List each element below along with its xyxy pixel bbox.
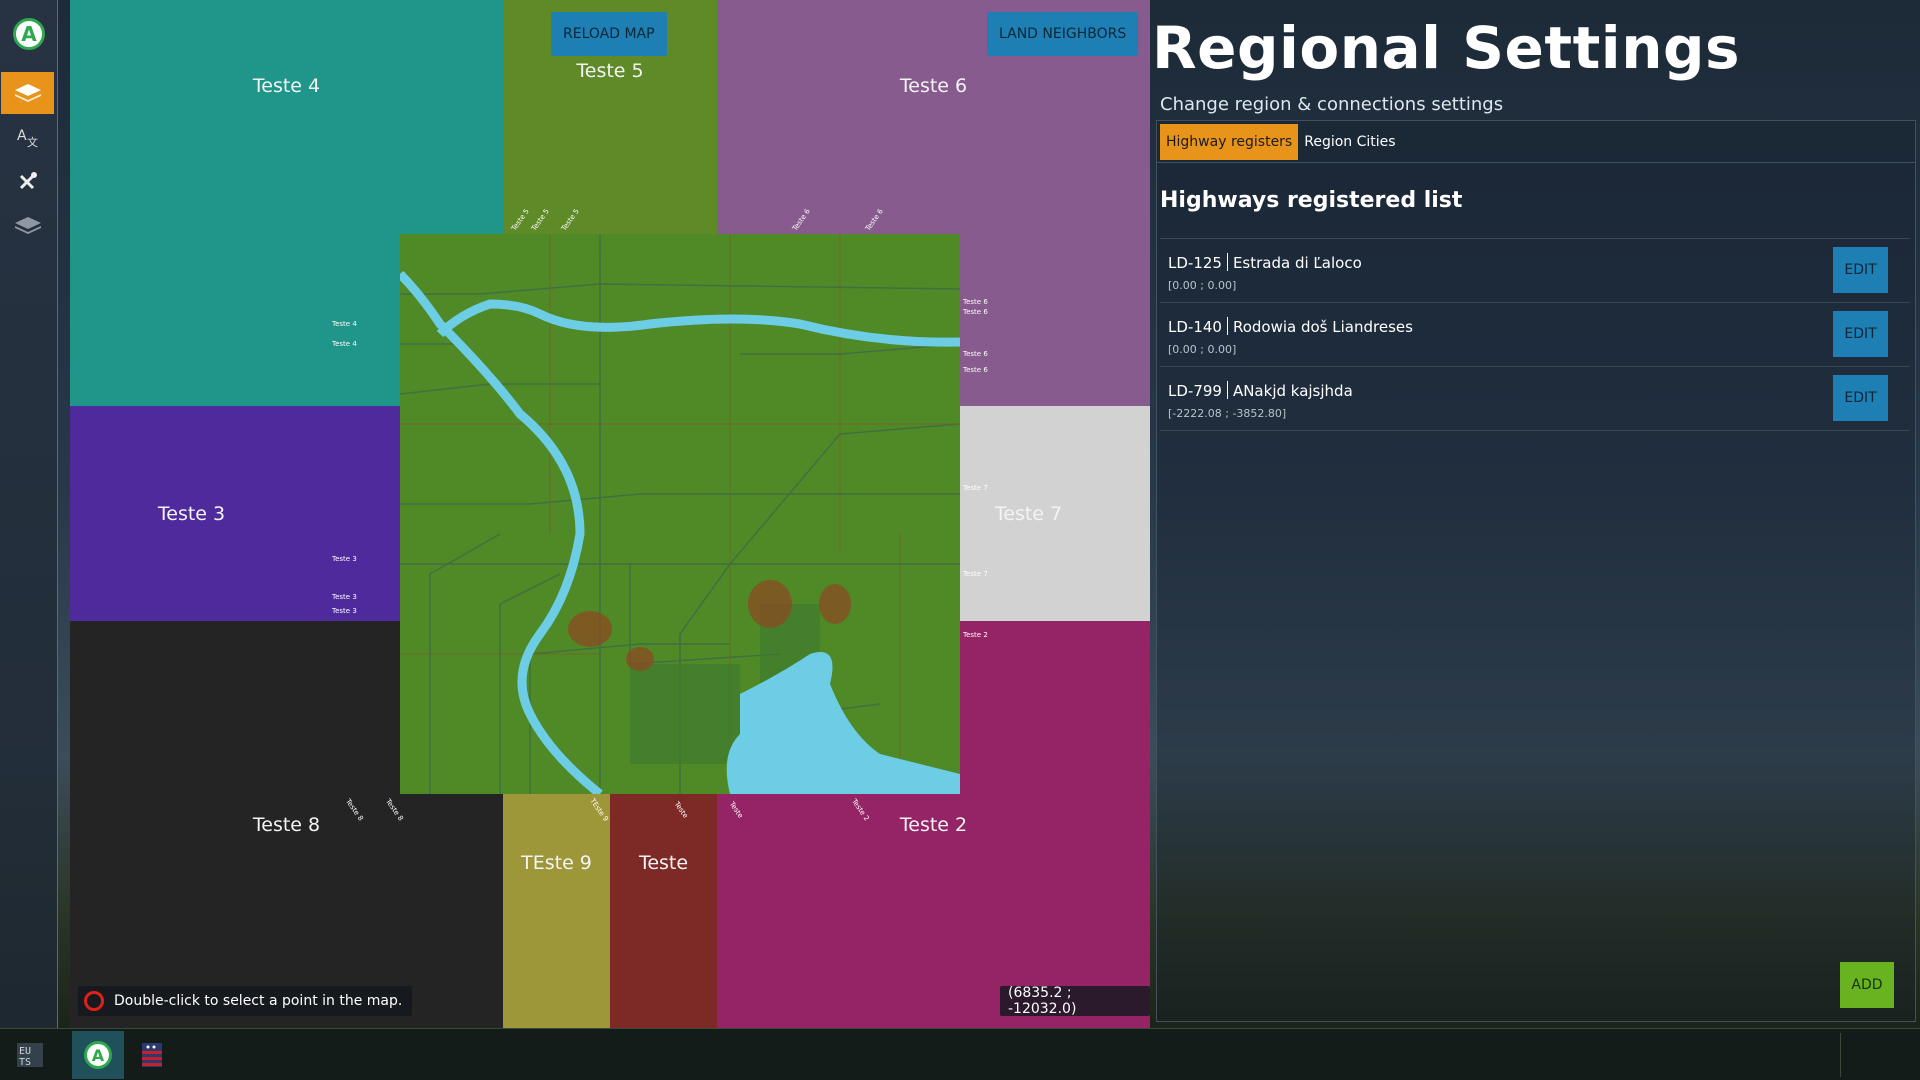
- svg-text:A: A: [17, 128, 27, 144]
- city-map-graphic: [400, 234, 960, 794]
- separator: [1226, 253, 1228, 271]
- eu-flag-icon[interactable]: EU TS: [8, 1031, 52, 1079]
- highway-position: [0.00 ; 0.00]: [1168, 279, 1237, 292]
- edit-button[interactable]: EDIT: [1833, 375, 1888, 421]
- connection-label[interactable]: Teste 4: [332, 340, 357, 348]
- tool-sidebar: A A文: [0, 0, 58, 1028]
- tools-icon[interactable]: [1, 160, 54, 202]
- highway-position: [-2222.08 ; -3852.80]: [1168, 407, 1287, 420]
- map-layers-icon[interactable]: [1, 72, 54, 114]
- land-neighbors-button[interactable]: LAND NEIGHBORS: [987, 12, 1139, 56]
- connection-label[interactable]: Teste 3: [332, 593, 357, 601]
- separator: [1226, 381, 1228, 399]
- section-title: Highways registered list: [1160, 188, 1463, 213]
- svg-text:EU: EU: [19, 1046, 31, 1057]
- highway-row: LD-799 ANakjd kajsjhda [-2222.08 ; -3852.…: [1160, 367, 1910, 431]
- highway-name: LD-799 ANakjd kajsjhda: [1168, 381, 1353, 400]
- highway-row: LD-125 Estrada di Ľaloco [0.00 ; 0.00] ED…: [1160, 239, 1910, 303]
- map-hint: Double-click to select a point in the ma…: [78, 986, 413, 1016]
- highway-position: [0.00 ; 0.00]: [1168, 343, 1237, 356]
- city-map-preview[interactable]: [400, 234, 960, 794]
- connection-label[interactable]: Teste 2: [963, 631, 988, 639]
- svg-text:文: 文: [27, 135, 38, 148]
- taskbar: EU TS A: [0, 1028, 1920, 1080]
- edit-button[interactable]: EDIT: [1833, 247, 1888, 293]
- svg-text:TS: TS: [19, 1057, 31, 1068]
- translate-icon[interactable]: A文: [1, 116, 54, 158]
- tab-region-cities[interactable]: Region Cities: [1298, 124, 1401, 160]
- connection-label[interactable]: Teste 6: [963, 308, 988, 316]
- cursor-coordinates: (6835.2 ; -12032.0): [1000, 985, 1150, 1017]
- reload-map-button[interactable]: RELOAD MAP: [551, 12, 667, 56]
- us-flag-icon[interactable]: [132, 1031, 172, 1079]
- regional-settings-panel: Regional Settings Change region & connec…: [1150, 0, 1920, 1028]
- connection-label[interactable]: Teste 7: [963, 484, 988, 492]
- connection-label[interactable]: Teste 4: [332, 320, 357, 328]
- divider: [1840, 1033, 1841, 1077]
- connection-label[interactable]: Teste 6: [963, 350, 988, 358]
- highway-name: LD-140 Rodowia doš Liandreses: [1168, 317, 1413, 336]
- record-circle-icon: [84, 991, 104, 1011]
- tab-bar: Highway registers Region Cities: [1160, 124, 1402, 160]
- connection-label[interactable]: Teste 3: [332, 555, 357, 563]
- layers-stack-icon[interactable]: [1, 204, 54, 246]
- edit-button[interactable]: EDIT: [1833, 311, 1888, 357]
- region-map[interactable]: Teste 4 Teste 5 Teste 6 Teste 3 Teste 7 …: [70, 0, 1150, 1028]
- connection-label[interactable]: Teste 6: [963, 298, 988, 306]
- highway-row: LD-140 Rodowia doš Liandreses [0.00 ; 0.0…: [1160, 303, 1910, 367]
- separator: [1226, 317, 1228, 335]
- connection-label[interactable]: Teste 7: [963, 570, 988, 578]
- page-title: Regional Settings: [1152, 14, 1741, 82]
- highway-name: LD-125 Estrada di Ľaloco: [1168, 253, 1362, 272]
- page-subtitle: Change region & connections settings: [1160, 94, 1504, 115]
- connection-label[interactable]: Teste 6: [963, 366, 988, 374]
- connection-label[interactable]: Teste 3: [332, 607, 357, 615]
- add-highway-button[interactable]: ADD: [1840, 962, 1894, 1008]
- divider: [1156, 162, 1916, 163]
- app-logo-icon[interactable]: A: [13, 18, 45, 50]
- app-logo-icon[interactable]: A: [72, 1031, 124, 1079]
- tab-highway-registers[interactable]: Highway registers: [1160, 124, 1299, 160]
